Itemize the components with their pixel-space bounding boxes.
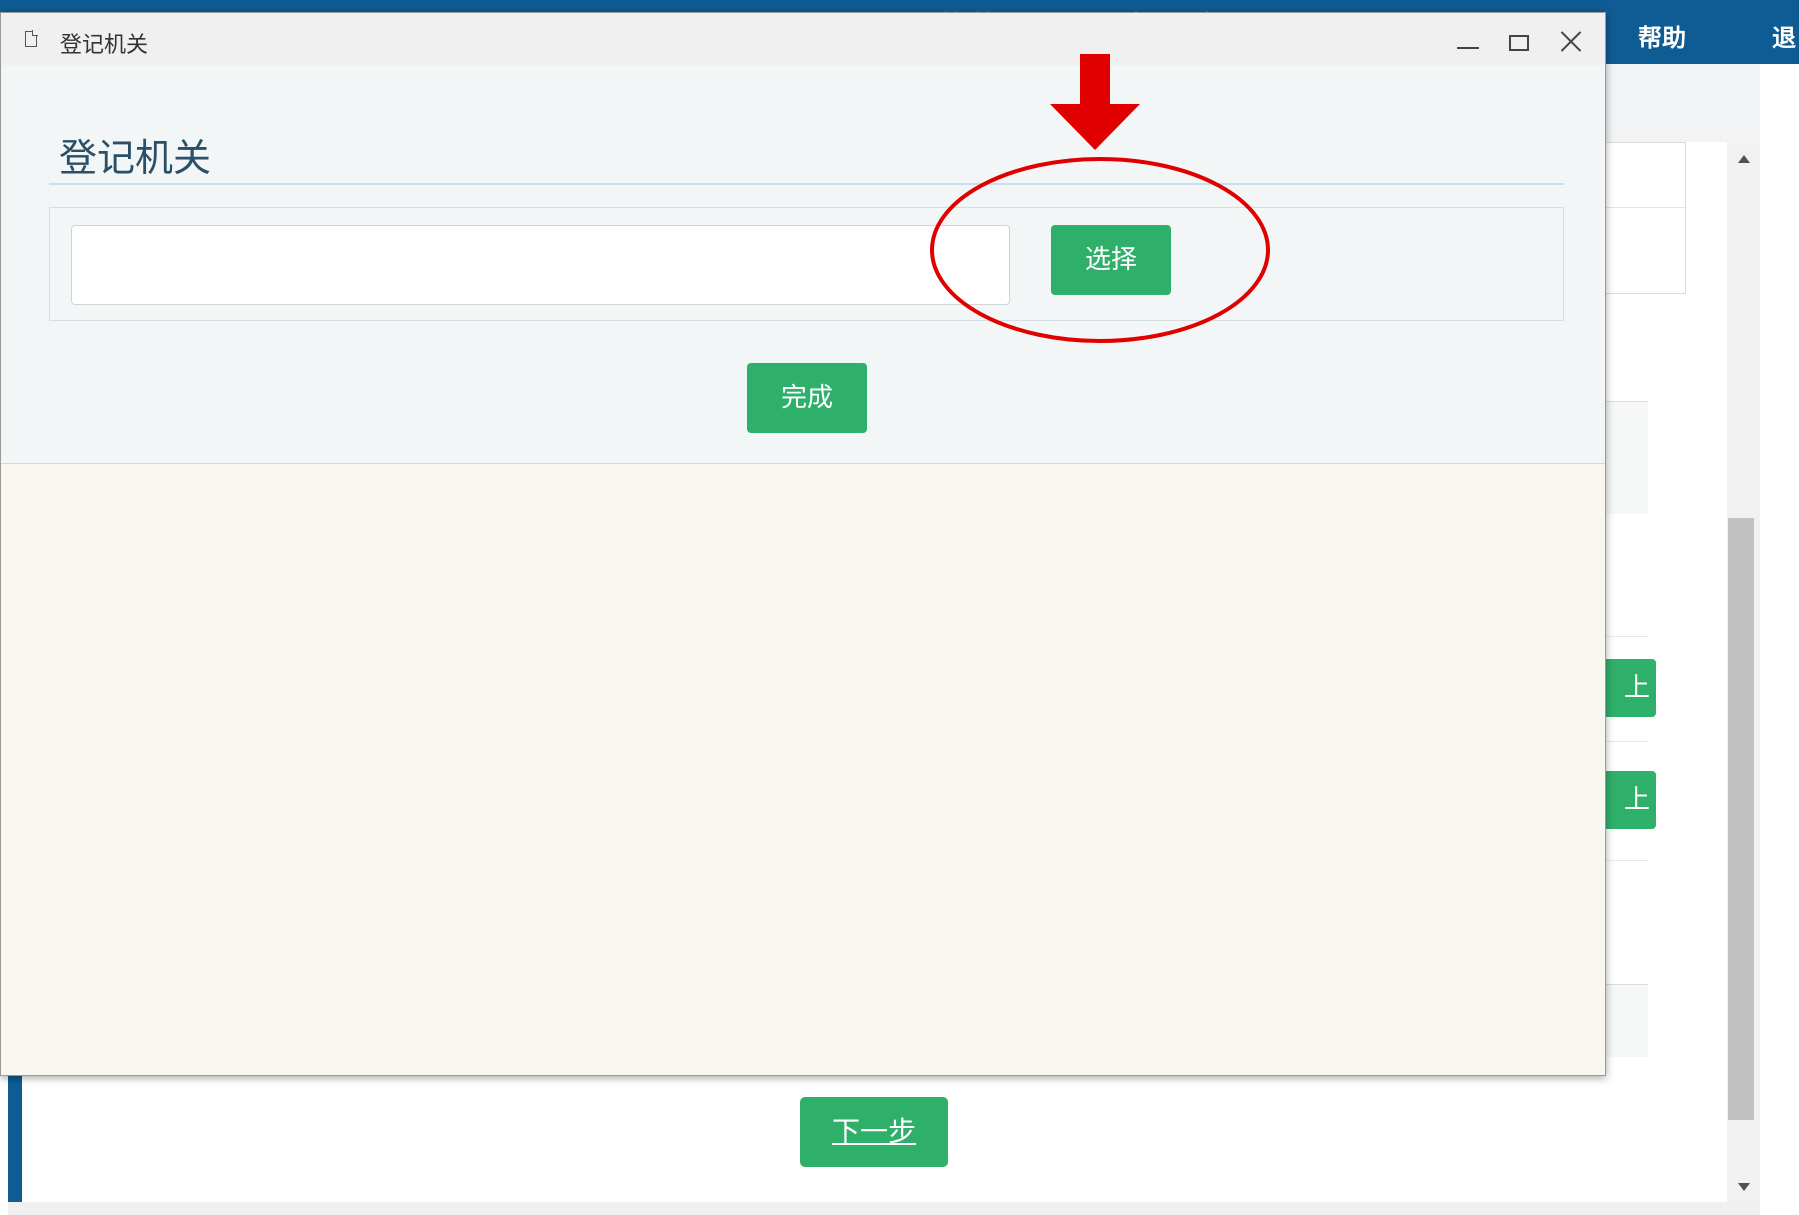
background-divider	[1600, 636, 1648, 637]
next-step-button[interactable]: 下一步	[800, 1097, 948, 1167]
screen: 经营范围登记及相关事项登记 帮助 退 上传 上传 下一步 登记机关 登记机关 选…	[0, 0, 1799, 1215]
background-form-row	[1600, 984, 1648, 1057]
background-divider	[1600, 741, 1648, 742]
maximize-icon[interactable]	[1509, 35, 1529, 51]
page-left-border	[8, 1060, 22, 1215]
upload-button[interactable]: 上传	[1600, 771, 1656, 873]
help-link[interactable]: 帮助	[1638, 18, 1686, 53]
scroll-up-icon[interactable]	[1738, 155, 1750, 163]
authority-input[interactable]	[71, 225, 1010, 305]
scrollbar-thumb[interactable]	[1728, 518, 1754, 1120]
close-icon[interactable]	[1557, 27, 1585, 55]
dialog-title: 登记机关	[60, 33, 149, 58]
page-icon	[25, 30, 38, 47]
dialog-content: 登记机关 选择 完成	[1, 65, 1605, 464]
registration-authority-dialog: 登记机关 登记机关 选择 完成	[0, 12, 1606, 1076]
done-button[interactable]: 完成	[747, 363, 867, 433]
background-info-panel	[1600, 142, 1686, 294]
background-panel-divider	[1600, 207, 1685, 208]
section-divider	[49, 183, 1564, 185]
section-heading: 登记机关	[59, 136, 212, 180]
dialog-titlebar[interactable]: 登记机关	[1, 13, 1605, 65]
exit-link[interactable]: 退	[1772, 18, 1796, 53]
upload-button[interactable]: 上传	[1600, 659, 1656, 761]
scroll-down-icon[interactable]	[1738, 1183, 1750, 1191]
minimize-icon[interactable]	[1455, 27, 1483, 53]
background-form-row	[1600, 401, 1648, 514]
background-divider	[1600, 860, 1648, 861]
page-bottom-edge	[8, 1202, 1758, 1215]
select-button[interactable]: 选择	[1051, 225, 1171, 295]
